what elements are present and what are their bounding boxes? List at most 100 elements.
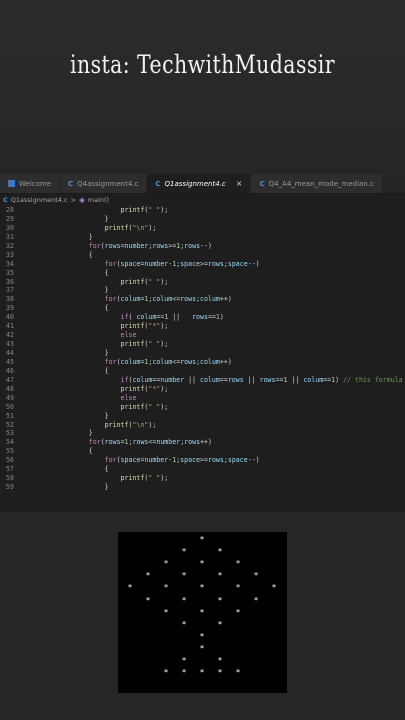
line-number: 53: [6, 429, 14, 438]
code-line[interactable]: 44 }: [0, 349, 405, 358]
code-line[interactable]: 47 if(colum==number || colum==rows || ro…: [0, 376, 405, 385]
breadcrumb-symbol[interactable]: main(): [88, 196, 109, 204]
line-number: 31: [6, 232, 14, 241]
code-line[interactable]: 45 for(colum=1;colum<=rows;colum++): [0, 358, 405, 367]
breadcrumb-file[interactable]: Q1assignment4.c: [11, 196, 68, 204]
output-star: *: [253, 595, 259, 605]
tab-q1assignment4[interactable]: C Q1assignment4.c ×: [147, 174, 252, 193]
code-text: {: [57, 366, 109, 375]
code-text: if(colum==number || colum==rows || rows=…: [120, 375, 403, 384]
code-text: }: [57, 349, 109, 357]
code-text: for(colum=1;colum<=rows;colum++): [104, 357, 232, 366]
output-star: *: [199, 607, 205, 617]
code-line[interactable]: 39 {: [0, 304, 405, 313]
output-star: *: [199, 535, 205, 544]
code-line[interactable]: 33 {: [0, 251, 405, 260]
output-star: *: [217, 668, 223, 678]
code-line[interactable]: 32 for(rows=number;rows>=1;rows--): [0, 242, 405, 251]
code-line[interactable]: 43 printf(" ");: [0, 340, 405, 349]
breadcrumb-separator: >: [70, 196, 77, 204]
c-file-icon: C: [3, 196, 8, 204]
output-star: *: [199, 583, 205, 593]
video-banner: insta: TechwithMudassir: [0, 0, 405, 172]
line-number: 48: [6, 384, 14, 393]
line-number: 36: [6, 277, 14, 286]
code-line[interactable]: 41 printf("*");: [0, 322, 405, 331]
code-text: }: [57, 483, 109, 492]
line-number: 30: [6, 223, 14, 232]
line-number: 40: [6, 313, 14, 322]
close-icon[interactable]: ×: [236, 179, 243, 188]
code-line[interactable]: 57 {: [0, 465, 405, 474]
code-line[interactable]: 36 printf(" ");: [0, 278, 405, 287]
code-line[interactable]: 28 printf(" ");: [0, 206, 405, 215]
code-text: {: [57, 465, 109, 474]
tab-q4assignment4[interactable]: C Q4assignment4.c: [60, 174, 148, 193]
code-line[interactable]: 48 printf("*");: [0, 385, 405, 394]
line-number: 28: [6, 206, 14, 214]
output-star: *: [199, 668, 205, 678]
code-line[interactable]: 50 printf(" ");: [0, 403, 405, 412]
code-text: printf(" ");: [120, 340, 169, 349]
line-number: 44: [6, 349, 14, 357]
code-line[interactable]: 34 for(space=number-1;space>=rows;space-…: [0, 260, 405, 269]
code-text: for(rows=number;rows>=1;rows--): [88, 241, 212, 250]
line-number: 35: [6, 268, 14, 277]
code-text: printf("*");: [120, 384, 169, 393]
code-line[interactable]: 55 {: [0, 447, 405, 456]
code-text: for(colum=1;colum<=rows;colum++): [104, 295, 232, 304]
code-line[interactable]: 54 for(rows=1;rows<=number;rows++): [0, 438, 405, 447]
code-text: printf("\n");: [104, 223, 157, 232]
tab-label: Q4assignment4.c: [77, 179, 139, 188]
line-number: 57: [6, 465, 14, 474]
tab-welcome[interactable]: Welcome: [0, 174, 61, 193]
code-text: }: [57, 411, 109, 420]
line-number: 50: [6, 402, 14, 411]
code-line[interactable]: 59 }: [0, 483, 405, 492]
output-star: *: [217, 619, 223, 629]
vscode-icon: [8, 180, 15, 187]
output-star: *: [145, 595, 151, 605]
code-line[interactable]: 40 if( colum==1 || rows==1): [0, 313, 405, 322]
output-star: *: [163, 583, 169, 593]
line-number: 54: [6, 438, 14, 447]
code-text: printf(" ");: [120, 474, 169, 483]
tab-label: Q4_A4_mean_mode_median.c: [268, 179, 374, 188]
c-file-icon: C: [155, 179, 161, 188]
code-line[interactable]: 31 }: [0, 233, 405, 242]
code-line[interactable]: 29 }: [0, 215, 405, 224]
code-text: for(space=number-1;space>=rows;space--): [104, 456, 260, 465]
tab-label: Q1assignment4.c: [164, 179, 226, 188]
code-line[interactable]: 35 {: [0, 269, 405, 278]
code-line[interactable]: 38 for(colum=1;colum<=rows;colum++): [0, 295, 405, 304]
code-area[interactable]: 28 printf(" "); 29 } 30 printf("\n"); 31 } 3…: [0, 206, 405, 492]
c-file-icon: C: [259, 179, 265, 188]
code-line[interactable]: 52 printf("\n");: [0, 421, 405, 430]
line-number: 42: [6, 331, 14, 340]
line-number: 47: [6, 375, 14, 384]
code-line[interactable]: 49 else: [0, 394, 405, 403]
code-line[interactable]: 53 }: [0, 429, 405, 438]
line-number: 59: [6, 483, 14, 492]
code-line[interactable]: 37 }: [0, 286, 405, 295]
instagram-handle-title: insta: TechwithMudassir: [70, 50, 335, 79]
tab-q4-a4-mean-mode-median[interactable]: C Q4_A4_mean_mode_median.c: [251, 174, 383, 193]
code-text: for(space=number-1;space>=rows;space--): [104, 259, 260, 268]
output-star: *: [217, 571, 223, 581]
output-star: *: [181, 595, 187, 605]
code-line[interactable]: 46 {: [0, 367, 405, 376]
code-line[interactable]: 42 else: [0, 331, 405, 340]
output-star: *: [253, 571, 259, 581]
output-star: *: [271, 583, 277, 593]
line-number: 49: [6, 393, 14, 402]
code-line[interactable]: 30 printf("\n");: [0, 224, 405, 233]
code-editor-window: Welcome C Q4assignment4.c C Q1assignment…: [0, 174, 405, 512]
line-number: 33: [6, 250, 14, 259]
code-text: printf(" ");: [120, 402, 169, 411]
code-line[interactable]: 58 printf(" ");: [0, 474, 405, 483]
code-text: for(rows=1;rows<=number;rows++): [88, 438, 212, 447]
output-star: *: [181, 571, 187, 581]
code-line[interactable]: 51 }: [0, 412, 405, 421]
output-star: *: [235, 559, 241, 569]
code-line[interactable]: 56 for(space=number-1;space>=rows;space-…: [0, 456, 405, 465]
